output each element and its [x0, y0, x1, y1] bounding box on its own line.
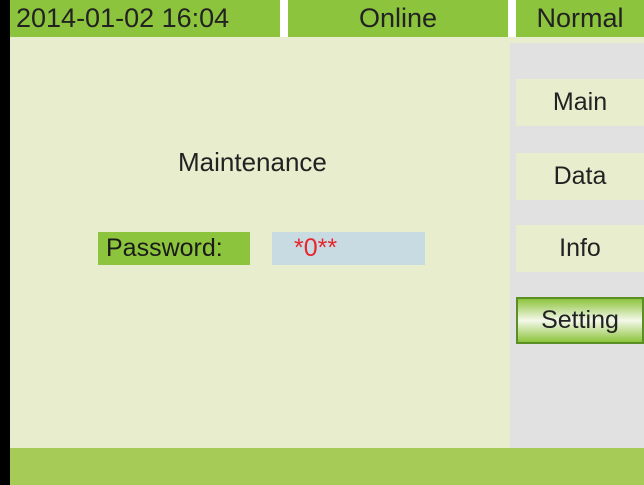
mode-status: Normal — [516, 0, 644, 37]
status-bar: 2014-01-02 16:04 Online Normal — [10, 0, 644, 43]
connection-status: Online — [288, 0, 508, 37]
page-title: Maintenance — [178, 147, 327, 177]
hmi-screen: 2014-01-02 16:04 Online Normal Maintenan… — [0, 0, 644, 485]
datetime-display: 2014-01-02 16:04 — [10, 0, 280, 37]
side-menu: Main Data Info Setting — [510, 43, 644, 448]
password-label: Password: — [98, 232, 250, 265]
menu-setting-button[interactable]: Setting — [516, 297, 644, 344]
menu-data-button[interactable]: Data — [516, 153, 644, 200]
main-content: Maintenance Password: *0** — [10, 43, 510, 448]
password-input[interactable]: *0** — [272, 232, 425, 265]
menu-info-button[interactable]: Info — [516, 225, 644, 272]
menu-main-button[interactable]: Main — [516, 79, 644, 126]
bottom-bar — [10, 448, 644, 485]
